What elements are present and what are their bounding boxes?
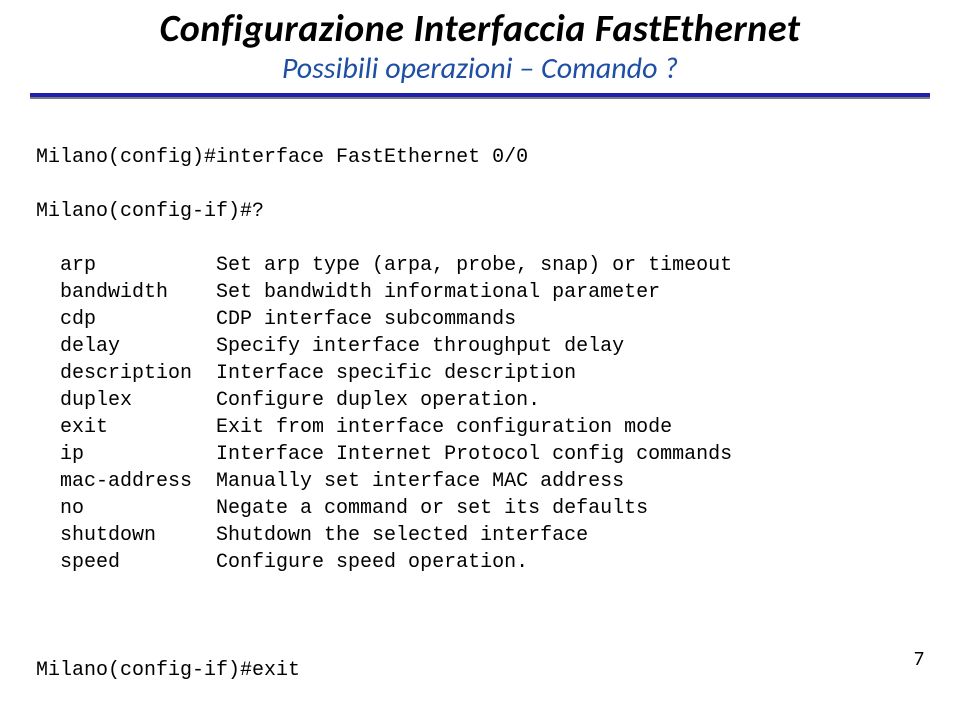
slide-title: Configurazione Interfaccia FastEthernet: [30, 6, 930, 52]
terminal-blank-line: [36, 603, 930, 630]
command-row: bandwidth Set bandwidth informational pa…: [36, 279, 930, 306]
command-row: delay Specify interface throughput delay: [36, 333, 930, 360]
command-row: exit Exit from interface configuration m…: [36, 414, 930, 441]
command-row: mac-address Manually set interface MAC a…: [36, 468, 930, 495]
command-row: ip Interface Internet Protocol config co…: [36, 441, 930, 468]
command-row: shutdown Shutdown the selected interface: [36, 522, 930, 549]
command-row: arp Set arp type (arpa, probe, snap) or …: [36, 252, 930, 279]
terminal-line: Milano(config-if)#?: [36, 198, 930, 225]
command-row: cdp CDP interface subcommands: [36, 306, 930, 333]
slide-subtitle: Possibili operazioni – Comando ?: [30, 50, 930, 87]
command-row: no Negate a command or set its defaults: [36, 495, 930, 522]
terminal-line: Milano(config)#interface FastEthernet 0/…: [36, 144, 930, 171]
command-row: speed Configure speed operation.: [36, 549, 930, 576]
terminal-block: Milano(config)#interface FastEthernet 0/…: [36, 117, 930, 711]
horizontal-rule: [30, 93, 930, 99]
page-number: 7: [914, 647, 924, 671]
command-row: duplex Configure duplex operation.: [36, 387, 930, 414]
command-row: description Interface specific descripti…: [36, 360, 930, 387]
command-list: arp Set arp type (arpa, probe, snap) or …: [36, 252, 930, 576]
terminal-line: Milano(config-if)#exit: [36, 657, 930, 684]
slide-header: Configurazione Interfaccia FastEthernet …: [30, 6, 930, 87]
